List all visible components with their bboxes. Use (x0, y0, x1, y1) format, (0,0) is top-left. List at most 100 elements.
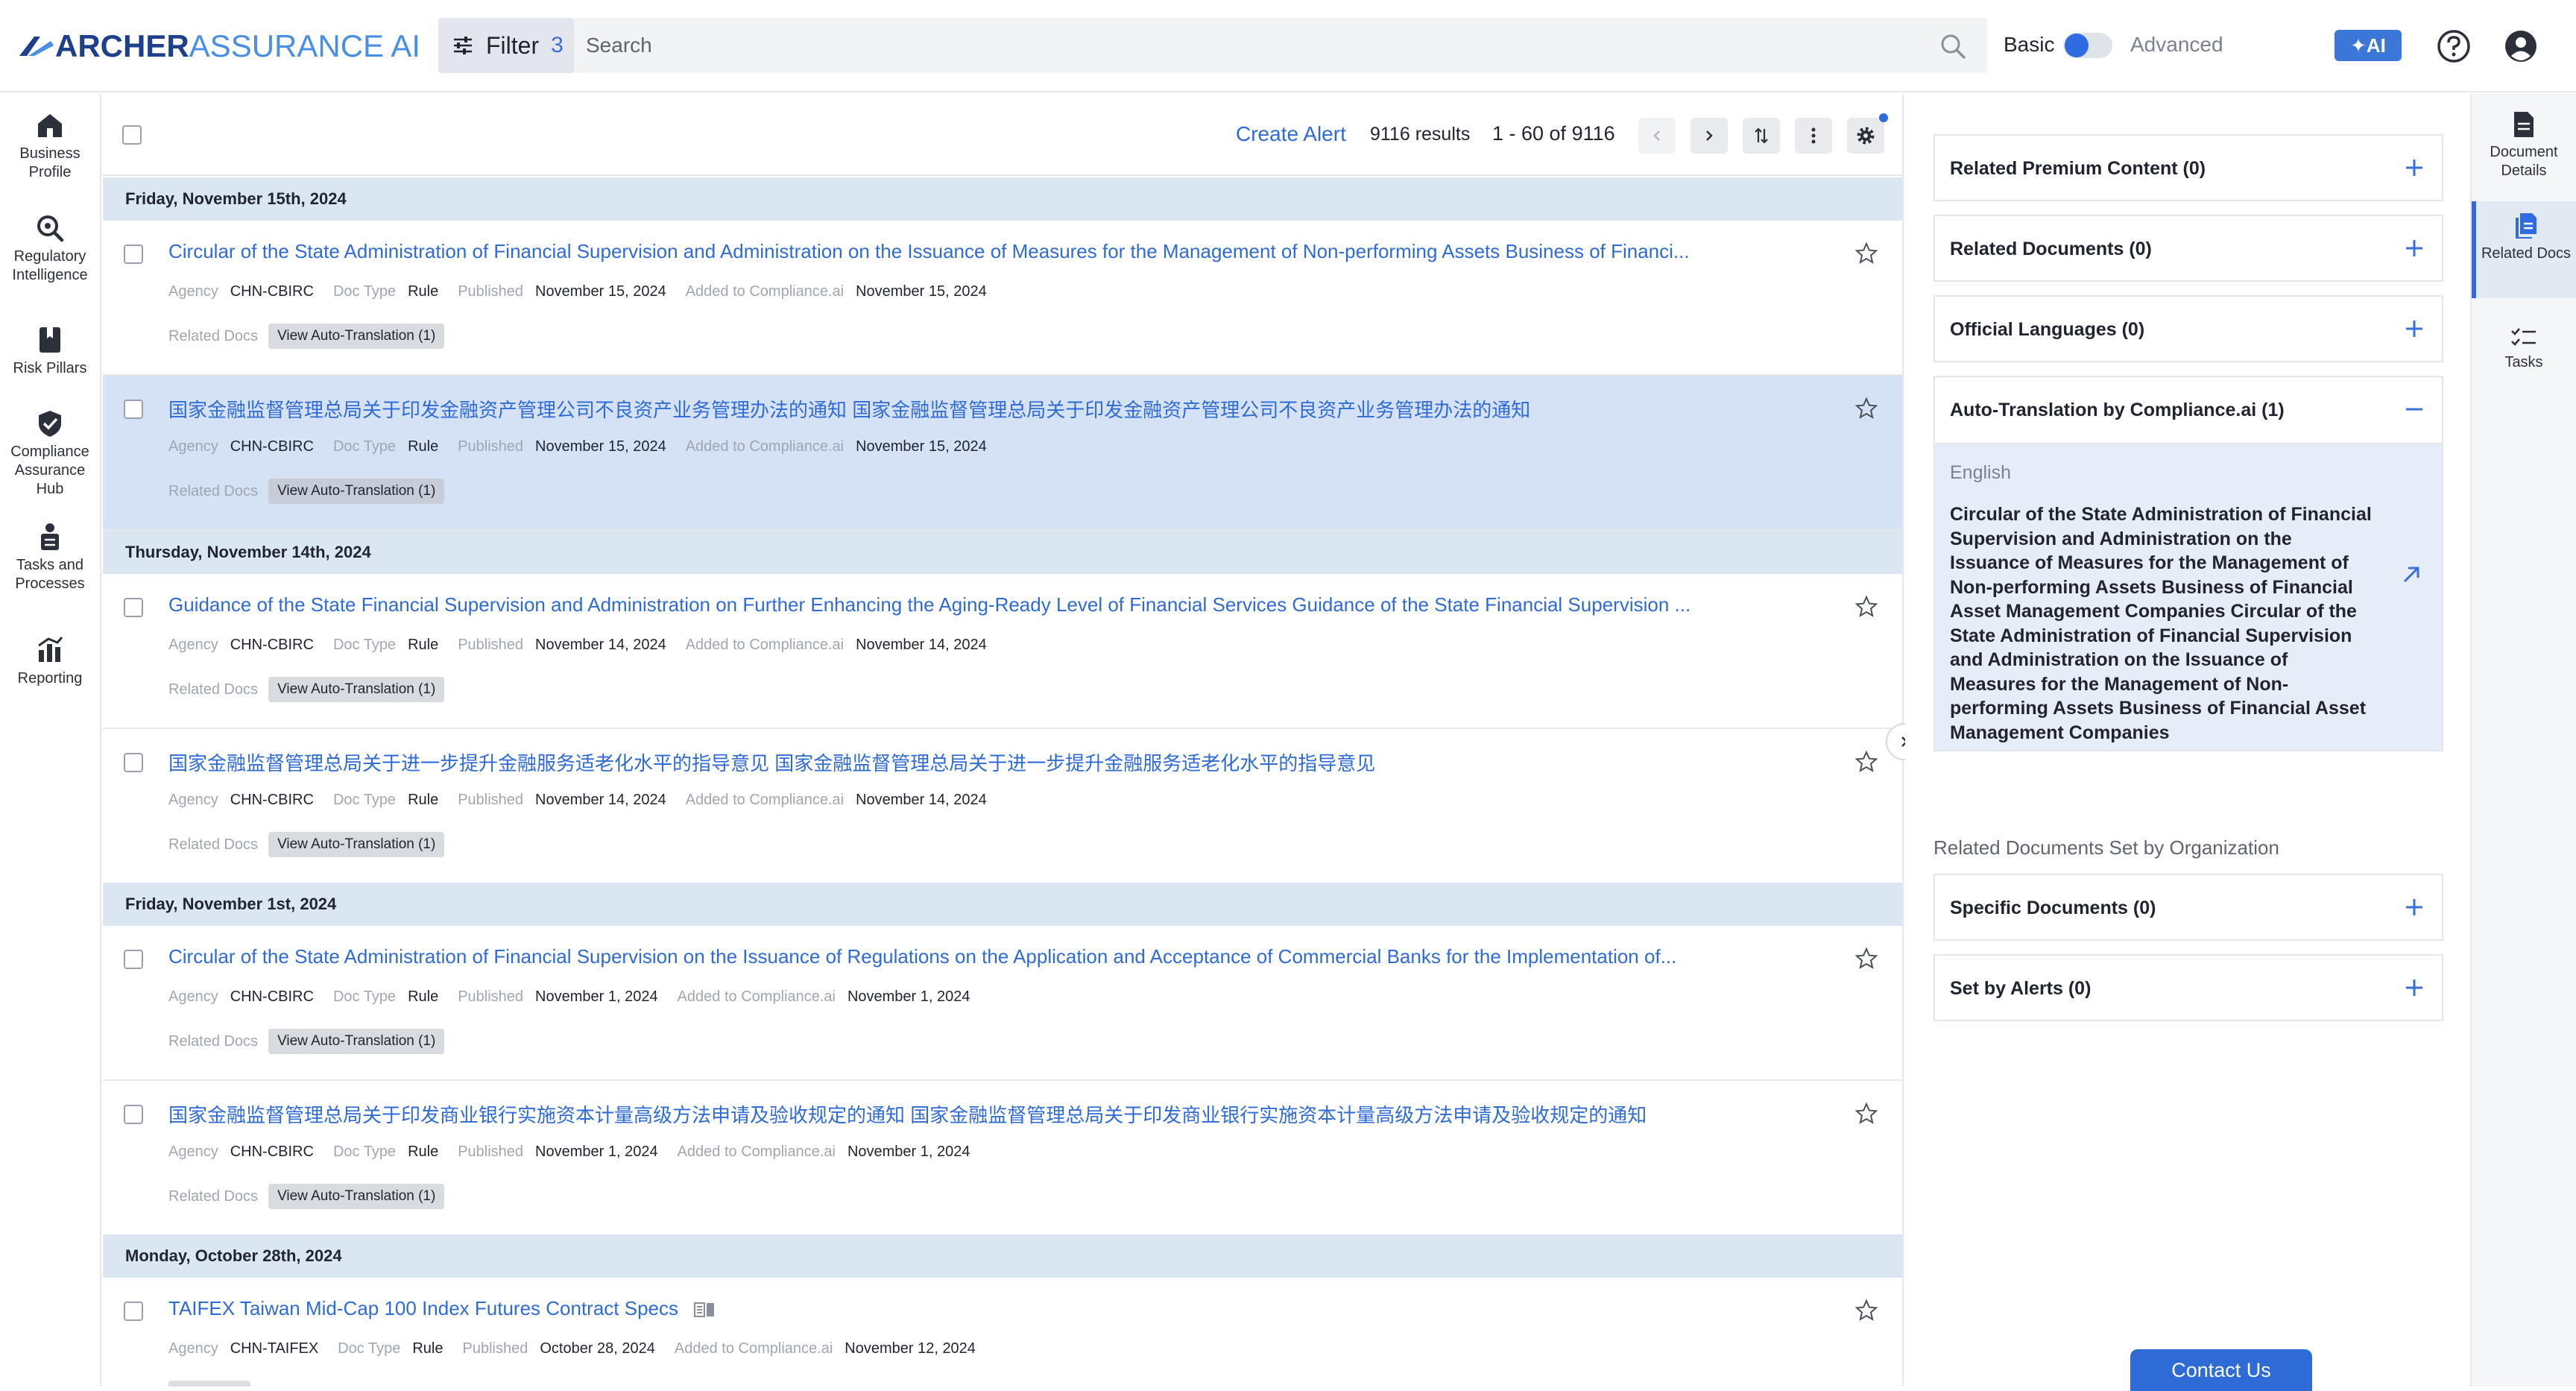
meta-agency: CHN-CBIRC (230, 988, 314, 1005)
document-row[interactable]: 国家金融监督管理总局关于印发商业银行实施资本计量高级方法申请及验收规定的通知 国… (103, 1081, 1902, 1236)
star-icon[interactable] (1854, 397, 1878, 420)
meta-published: October 28, 2024 (540, 1340, 655, 1357)
document-title-link[interactable]: 国家金融监督管理总局关于进一步提升金融服务适老化水平的指导意见 国家金融监督管理… (168, 748, 1808, 776)
user-account-icon[interactable] (2503, 28, 2539, 64)
prev-page-button[interactable] (1638, 118, 1676, 154)
nav-business-profile[interactable]: Business Profile (0, 110, 100, 182)
document-row[interactable]: 国家金融监督管理总局关于进一步提升金融服务适老化水平的指导意见 国家金融监督管理… (103, 729, 1902, 884)
meta-label: Added to Compliance.ai (685, 637, 845, 653)
document-preview-icon[interactable] (693, 1301, 716, 1319)
rnav-related-docs[interactable]: Related Docs (2472, 201, 2576, 298)
meta-added: November 14, 2024 (856, 637, 987, 653)
related-documents-card[interactable]: Related Documents (0) (1933, 215, 2443, 282)
row-checkbox[interactable] (124, 950, 143, 969)
meta-added: November 1, 2024 (847, 988, 970, 1005)
nav-reporting[interactable]: Reporting (0, 635, 100, 688)
sort-button[interactable] (1743, 118, 1780, 154)
open-external-icon[interactable] (2400, 564, 2422, 586)
set-by-alerts-card[interactable]: Set by Alerts (0) (1933, 954, 2443, 1021)
row-checkbox[interactable] (124, 598, 143, 617)
more-options-button[interactable] (1795, 118, 1832, 154)
plus-icon[interactable] (2403, 318, 2425, 340)
view-translation-button[interactable]: View Auto-Translation (1) (268, 479, 445, 504)
meta-agency: CHN-CBIRC (230, 283, 314, 300)
sliders-icon (454, 37, 472, 54)
nav-risk-pillars[interactable]: Risk Pillars (0, 325, 100, 378)
specific-documents-card[interactable]: Specific Documents (0) (1933, 874, 2443, 941)
nav-label: Reporting (17, 670, 83, 687)
view-translation-button[interactable]: View Auto-Translation (1) (268, 324, 445, 349)
related-premium-content-card[interactable]: Related Premium Content (0) (1933, 134, 2443, 201)
shield-check-icon (39, 411, 61, 437)
document-row[interactable]: Circular of the State Administration of … (103, 221, 1902, 376)
card-title: Related Premium Content (0) (1950, 158, 2206, 179)
filter-button[interactable]: Filter 3 (438, 18, 574, 73)
logo-secondary: ASSURANCE AI (189, 28, 421, 63)
view-translation-button[interactable]: View Auto-Translation (1) (268, 832, 445, 857)
view-translation-button[interactable] (168, 1381, 250, 1387)
create-alert-link[interactable]: Create Alert (1236, 122, 1346, 146)
auto-translation-header[interactable]: Auto-Translation by Compliance.ai (1) (1935, 377, 2442, 444)
document-title-link[interactable]: TAIFEX Taiwan Mid-Cap 100 Index Futures … (168, 1297, 1808, 1320)
document-meta: Agency CHN-CBIRC Doc Type Rule Published No… (168, 637, 1006, 654)
row-checkbox[interactable] (124, 1105, 143, 1124)
app-logo[interactable]: ARCHERASSURANCE AI (18, 30, 420, 63)
document-row[interactable]: TAIFEX Taiwan Mid-Cap 100 Index Futures … (103, 1278, 1902, 1387)
view-translation-button[interactable]: View Auto-Translation (1) (268, 1184, 445, 1209)
nav-regulatory-intelligence[interactable]: Regulatory Intelligence (0, 213, 100, 285)
help-icon[interactable] (2436, 28, 2472, 64)
nav-label: Compliance Assurance Hub (10, 444, 89, 497)
date-group-header: Friday, November 15th, 2024 (103, 177, 1902, 221)
related-label: Related Docs (168, 1032, 259, 1050)
official-languages-card[interactable]: Official Languages (0) (1933, 295, 2443, 362)
plus-icon[interactable] (2403, 157, 2425, 179)
document-title-link[interactable]: 国家金融监督管理总局关于印发金融资产管理公司不良资产业务管理办法的通知 国家金融… (168, 395, 1808, 423)
date-group-header: Thursday, November 14th, 2024 (103, 531, 1902, 574)
meta-agency: CHN-CBIRC (230, 438, 314, 455)
star-icon[interactable] (1854, 242, 1878, 265)
meta-label: Published (458, 283, 524, 300)
search-input[interactable] (586, 34, 1913, 57)
view-translation-button[interactable]: View Auto-Translation (1) (268, 677, 445, 702)
nav-compliance-assurance-hub[interactable]: Compliance Assurance Hub (0, 409, 100, 499)
view-translation-button[interactable]: View Auto-Translation (1) (268, 1029, 445, 1054)
star-icon[interactable] (1854, 947, 1878, 971)
document-row[interactable]: Circular of the State Administration of … (103, 926, 1902, 1081)
document-title-link[interactable]: Guidance of the State Financial Supervis… (168, 593, 1808, 616)
section-label: Related Documents Set by Organization (1933, 836, 2279, 859)
document-title-link[interactable]: 国家金融监督管理总局关于印发商业银行实施资本计量高级方法申请及验收规定的通知 国… (168, 1100, 1808, 1128)
document-title-link[interactable]: Circular of the State Administration of … (168, 945, 1808, 968)
ai-assistant-button[interactable]: ✦ AI (2334, 30, 2402, 61)
sort-icon (1755, 127, 1768, 144)
star-icon[interactable] (1854, 1299, 1878, 1322)
star-icon[interactable] (1854, 750, 1878, 774)
rnav-tasks[interactable]: Tasks (2472, 327, 2576, 372)
related-docs: Related Docs View Auto-Translation (1) (168, 1029, 445, 1054)
meta-label: Doc Type (332, 1144, 397, 1160)
select-all-checkbox[interactable] (122, 125, 142, 145)
row-checkbox[interactable] (124, 1302, 143, 1321)
document-title-text[interactable]: TAIFEX Taiwan Mid-Cap 100 Index Futures … (168, 1297, 678, 1319)
meta-label: Agency (168, 283, 218, 300)
rnav-document-details[interactable]: Document Details (2472, 110, 2576, 180)
minus-icon[interactable] (2403, 398, 2425, 420)
plus-icon[interactable] (2403, 977, 2425, 999)
star-icon[interactable] (1854, 1102, 1878, 1126)
document-row-selected[interactable]: 国家金融监督管理总局关于印发金融资产管理公司不良资产业务管理办法的通知 国家金融… (103, 376, 1902, 531)
plus-icon[interactable] (2403, 896, 2425, 918)
row-checkbox[interactable] (124, 245, 143, 264)
star-icon[interactable] (1854, 595, 1878, 619)
row-checkbox[interactable] (124, 400, 143, 419)
plus-icon[interactable] (2403, 237, 2425, 259)
search-icon[interactable] (1939, 33, 1966, 60)
document-row[interactable]: Guidance of the State Financial Supervis… (103, 574, 1902, 729)
row-checkbox[interactable] (124, 753, 143, 772)
nav-tasks-and-processes[interactable]: Tasks and Processes (0, 522, 100, 593)
next-page-button[interactable] (1690, 118, 1728, 154)
meta-label: Agency (168, 1340, 218, 1357)
settings-button[interactable] (1847, 118, 1884, 154)
search-mode-toggle[interactable] (2063, 33, 2112, 58)
contact-us-button[interactable]: Contact Us (2130, 1349, 2312, 1391)
document-title-link[interactable]: Circular of the State Administration of … (168, 240, 1808, 263)
chevron-right-icon (1706, 130, 1713, 141)
